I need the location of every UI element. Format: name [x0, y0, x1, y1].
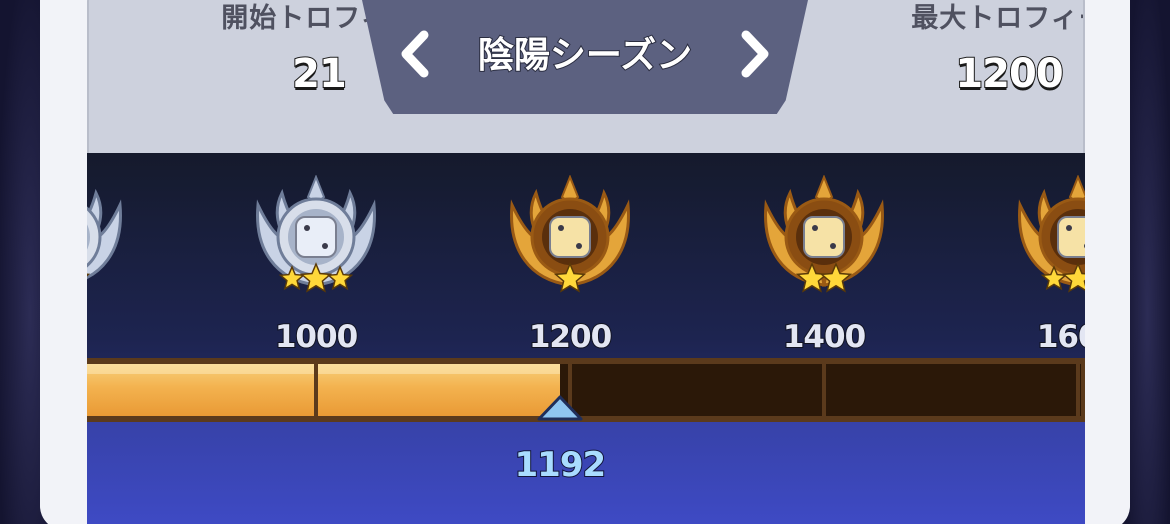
rank-threshold-label: 1000: [274, 318, 359, 356]
max-trophy-value: 1200: [954, 50, 1064, 98]
rank-threshold-label: 0: [87, 319, 132, 355]
rank-threshold-label: 1600: [1036, 318, 1085, 356]
progress-track: [87, 364, 1081, 416]
rank-badge-icon[interactable]: [1008, 175, 1085, 305]
current-position-marker-icon: [537, 395, 583, 421]
max-trophy-label: 最大トロフィー: [911, 3, 1083, 34]
progress-segment-divider: [1076, 364, 1080, 416]
next-season-button[interactable]: [730, 24, 780, 84]
rank-badge-icon[interactable]: [754, 175, 894, 305]
chevron-right-icon: [741, 30, 769, 78]
progress-segment-divider: [314, 364, 318, 416]
background-right: [1125, 0, 1170, 524]
rank-badge-icon[interactable]: [87, 175, 132, 305]
rank-threshold-label: 1400: [782, 318, 867, 356]
progress-segment-divider: [822, 364, 826, 416]
season-selector: 陰陽シーズン: [362, 0, 808, 114]
rank-badge-icon[interactable]: [246, 175, 386, 305]
rank-badge-icon[interactable]: [500, 175, 640, 305]
rank-threshold-label: 1200: [528, 318, 613, 356]
current-trophy-count: 1192: [514, 444, 608, 486]
max-trophy-stat: 最大トロフィー 1200: [879, 0, 1083, 98]
trophy-progress-bar: [87, 358, 1085, 422]
trophy-road[interactable]: 0 1000 1200 1400 1600 1192: [87, 153, 1085, 524]
progress-fill: [87, 364, 560, 416]
